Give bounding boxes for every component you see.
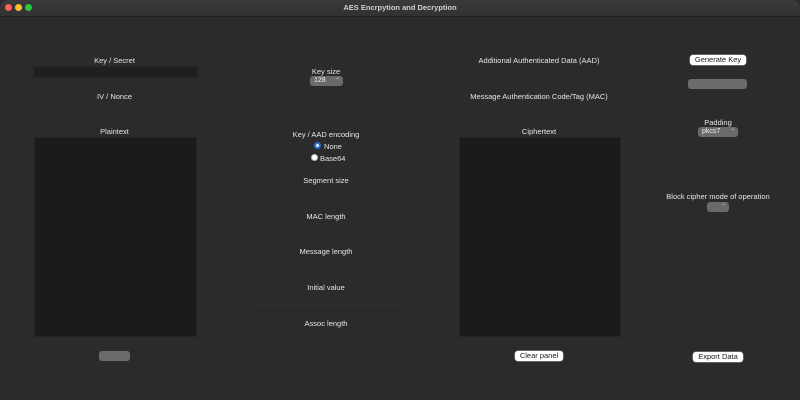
disabled-action-button[interactable] <box>688 79 747 89</box>
initial-value-label: Initial value <box>307 283 345 292</box>
key-secret-input[interactable] <box>33 66 198 78</box>
padding-value: pkcs7 <box>702 128 721 135</box>
block-mode-label: Block cipher mode of operation <box>666 192 770 201</box>
ciphertext-textarea[interactable] <box>459 137 621 337</box>
mac-length-label: MAC length <box>306 212 346 221</box>
padding-select[interactable]: pkcs7 ⌃ <box>698 127 738 137</box>
iv-nonce-label: IV / Nonce <box>96 92 133 101</box>
chevron-updown-icon: ⌃ <box>334 78 340 84</box>
initial-value-field[interactable] <box>250 304 406 305</box>
block-mode-select[interactable]: ⌃ <box>707 202 729 212</box>
window-title: AES Encrpytion and Decryption <box>343 3 457 12</box>
key-size-label: Key size <box>311 67 341 76</box>
key-secret-label: Key / Secret <box>94 56 135 65</box>
key-size-select[interactable]: 128 ⌃ <box>310 76 343 86</box>
chevron-updown-icon: ⌃ <box>729 129 735 135</box>
generate-key-button[interactable]: Generate Key <box>690 55 746 65</box>
padding-label: Padding <box>704 118 732 127</box>
clear-panel-button[interactable]: Clear panel <box>515 351 563 361</box>
mac-length-field[interactable] <box>250 233 406 234</box>
plaintext-textarea[interactable] <box>34 137 197 337</box>
key-aad-encoding-label: Key / AAD encoding <box>292 130 360 139</box>
assoc-length-label: Assoc length <box>304 319 348 328</box>
encoding-base64-label: Base64 <box>320 154 346 163</box>
key-size-value: 128 <box>314 77 326 84</box>
encoding-none-radio[interactable] <box>314 142 321 149</box>
chevron-updown-icon: ⌃ <box>720 204 726 210</box>
encoding-none-label: None <box>324 142 342 151</box>
encrypt-button[interactable] <box>99 351 130 361</box>
export-data-button[interactable]: Export Data <box>693 352 743 362</box>
segment-size-label: Segment size <box>303 176 349 185</box>
segment-size-field[interactable] <box>250 197 406 198</box>
message-length-field[interactable] <box>250 268 406 269</box>
app-window: AES Encrpytion and Decryption Key / Secr… <box>0 0 800 400</box>
encoding-base64-radio[interactable] <box>311 154 318 161</box>
ciphertext-label: Ciphertext <box>521 127 557 136</box>
message-length-label: Message length <box>299 247 353 256</box>
aad-label: Additional Authenticated Data (AAD) <box>478 56 600 65</box>
plaintext-label: Plaintext <box>100 127 129 136</box>
title-bar: AES Encrpytion and Decryption <box>0 0 800 17</box>
mac-label: Message Authentication Code/Tag (MAC) <box>470 92 608 101</box>
